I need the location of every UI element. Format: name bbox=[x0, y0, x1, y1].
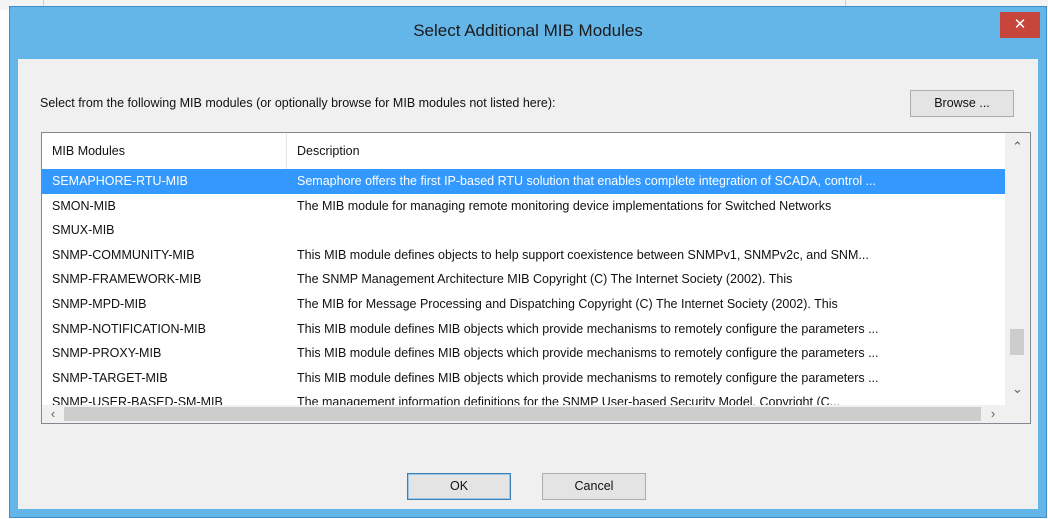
scroll-right-icon[interactable]: › bbox=[984, 405, 1002, 423]
scroll-down-icon[interactable]: ⌄ bbox=[1005, 379, 1030, 399]
list-header: MIB Modules Description bbox=[42, 133, 1005, 169]
list-item[interactable]: SNMP-TARGET-MIB This MIB module defines M… bbox=[42, 366, 1005, 391]
mib-module-description: The MIB for Message Processing and Dispa… bbox=[297, 296, 838, 311]
scroll-up-icon[interactable]: ⌃ bbox=[1005, 137, 1030, 157]
mib-module-description: This MIB module defines MIB objects whic… bbox=[297, 370, 879, 385]
browse-button[interactable]: Browse ... bbox=[910, 90, 1014, 117]
column-header-mib-modules[interactable]: MIB Modules bbox=[52, 133, 125, 169]
column-separator[interactable] bbox=[286, 133, 287, 169]
mib-module-description: This MIB module defines MIB objects whic… bbox=[297, 346, 879, 361]
close-button[interactable]: ✕ bbox=[1000, 12, 1040, 38]
mib-module-name: SNMP-NOTIFICATION-MIB bbox=[52, 321, 206, 336]
list-item[interactable]: SNMP-PROXY-MIB This MIB module defines MI… bbox=[42, 341, 1005, 366]
list-rows: SEMAPHORE-RTU-MIB Semaphore offers the fi… bbox=[42, 169, 1005, 405]
mib-module-name: SNMP-USER-BASED-SM-MIB bbox=[52, 395, 223, 405]
list-item[interactable]: SNMP-NOTIFICATION-MIB This MIB module def… bbox=[42, 317, 1005, 342]
list-item[interactable]: SMUX-MIB bbox=[42, 218, 1005, 243]
close-icon: ✕ bbox=[1013, 16, 1027, 33]
mib-module-description: This MIB module defines objects to help … bbox=[297, 247, 869, 262]
mib-module-name: SNMP-PROXY-MIB bbox=[52, 346, 162, 361]
cancel-button[interactable]: Cancel bbox=[542, 473, 646, 500]
mib-module-description: The management information definitions f… bbox=[297, 395, 841, 405]
mib-modules-list[interactable]: MIB Modules Description SEMAPHORE-RTU-MI… bbox=[41, 132, 1031, 424]
mib-module-description: The MIB module for managing remote monit… bbox=[297, 198, 832, 213]
horizontal-scrollbar[interactable]: ‹ › bbox=[42, 405, 1005, 423]
mib-module-description: The SNMP Management Architecture MIB Cop… bbox=[297, 272, 793, 287]
ok-button[interactable]: OK bbox=[407, 473, 511, 500]
title-bar[interactable]: Select Additional MIB Modules ✕ bbox=[10, 7, 1046, 59]
column-header-description[interactable]: Description bbox=[297, 133, 360, 169]
list-item[interactable]: SEMAPHORE-RTU-MIB Semaphore offers the fi… bbox=[42, 169, 1005, 194]
vertical-scroll-thumb[interactable] bbox=[1010, 329, 1024, 355]
select-mib-modules-dialog: Select Additional MIB Modules ✕ Select f… bbox=[9, 6, 1047, 518]
mib-module-name: SMON-MIB bbox=[52, 198, 116, 213]
dialog-title: Select Additional MIB Modules bbox=[413, 21, 643, 40]
mib-module-name: SNMP-MPD-MIB bbox=[52, 296, 147, 311]
scrollbar-corner bbox=[1005, 405, 1030, 423]
mib-module-name: SEMAPHORE-RTU-MIB bbox=[52, 174, 188, 188]
mib-module-name: SNMP-TARGET-MIB bbox=[52, 370, 168, 385]
mib-module-description: Semaphore offers the first IP-based RTU … bbox=[297, 174, 877, 188]
dialog-body: Select from the following MIB modules (o… bbox=[18, 59, 1038, 509]
list-item[interactable]: SMON-MIB The MIB module for managing remo… bbox=[42, 194, 1005, 219]
mib-module-name: SNMP-COMMUNITY-MIB bbox=[52, 247, 195, 262]
mib-module-name: SMUX-MIB bbox=[52, 223, 115, 238]
scroll-left-icon[interactable]: ‹ bbox=[44, 405, 62, 423]
instruction-text: Select from the following MIB modules (o… bbox=[40, 96, 556, 110]
vertical-scrollbar[interactable]: ⌃ ⌄ bbox=[1005, 133, 1030, 405]
list-item[interactable]: SNMP-USER-BASED-SM-MIB The management inf… bbox=[42, 390, 1005, 405]
mib-module-description: This MIB module defines MIB objects whic… bbox=[297, 321, 879, 336]
mib-module-name: SNMP-FRAMEWORK-MIB bbox=[52, 272, 202, 287]
horizontal-scroll-thumb[interactable] bbox=[64, 407, 981, 421]
list-item[interactable]: SNMP-MPD-MIB The MIB for Message Processi… bbox=[42, 292, 1005, 317]
list-item[interactable]: SNMP-COMMUNITY-MIB This MIB module define… bbox=[42, 243, 1005, 268]
list-item[interactable]: SNMP-FRAMEWORK-MIB The SNMP Management Ar… bbox=[42, 267, 1005, 292]
